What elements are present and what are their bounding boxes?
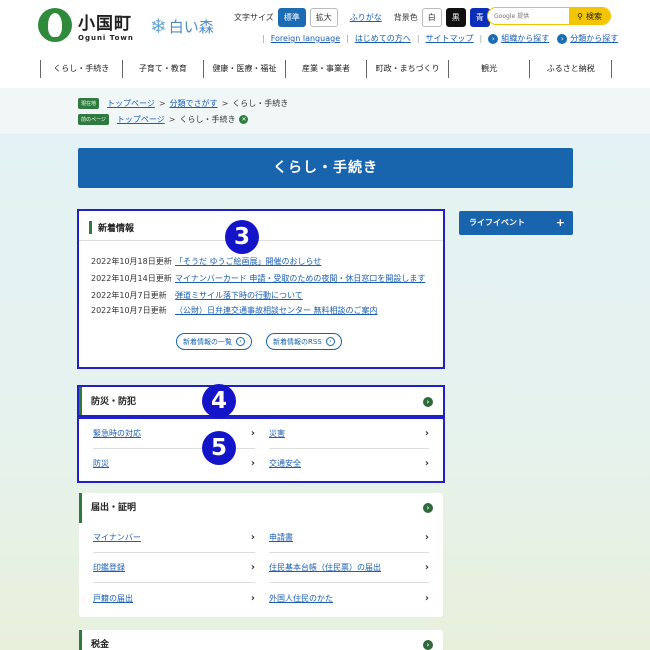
search-button[interactable]: ⚲ 検索 — [569, 8, 610, 24]
chevron-right-icon: › — [424, 532, 429, 543]
site-search: ⚲ 検索 — [487, 7, 611, 25]
item-link[interactable]: 住民基本台帳（住民票）の届出 — [269, 563, 381, 572]
logo-title: 小国町 — [78, 13, 132, 34]
section-heading[interactable]: 届出・証明 › — [79, 493, 443, 523]
annotation-number-4: 4 — [202, 384, 236, 418]
item-link[interactable]: 戸籍の届出 — [93, 594, 133, 603]
plus-icon: + — [555, 216, 565, 229]
section-title: 税金 — [91, 640, 110, 650]
breadcrumb-home-2[interactable]: トップページ — [117, 114, 165, 125]
annotation-box-3 — [77, 209, 445, 369]
annotation-box-5 — [77, 417, 445, 483]
section-link-item[interactable]: 戸籍の届出 › — [93, 584, 255, 614]
annotation-number-5: 5 — [202, 431, 236, 465]
breadcrumb-current-page: くらし・手続き — [232, 99, 289, 108]
section-link-item[interactable]: 印鑑登録 › — [93, 553, 255, 583]
chevron-right-icon: › — [424, 562, 429, 573]
life-event-button[interactable]: ライフイベント + — [459, 211, 573, 235]
bg-white-button[interactable]: 白 — [421, 8, 442, 27]
item-link[interactable]: 外国人住民のかた — [269, 594, 333, 603]
arrow-circle-icon: › — [557, 33, 568, 44]
site-logo[interactable]: 小国町 Oguni Town — [38, 8, 134, 42]
nav-tourism[interactable]: 観光 — [447, 60, 530, 78]
font-size-label: 文字サイズ — [234, 13, 274, 22]
foreign-language-link[interactable]: Foreign language — [271, 34, 340, 43]
furigana-link[interactable]: ふりがな — [350, 12, 382, 23]
font-large-button[interactable]: 拡大 — [309, 8, 338, 27]
nav-health[interactable]: 健康・医療・福祉 — [203, 60, 285, 78]
section-notifications: 届出・証明 › マイナンバー › 申請書 › 印鑑登録 › 住民基本台帳（住民票）の届… — [79, 493, 443, 617]
find-by-category-link[interactable]: 分類から探す — [570, 33, 618, 44]
section-heading[interactable]: 税金 › — [79, 630, 443, 650]
shiroi-text: 白い森 — [168, 17, 214, 36]
section-link-item[interactable]: マイナンバー › — [93, 523, 255, 553]
annotation-box-4 — [77, 385, 445, 417]
sitemap-link[interactable]: サイトマップ — [426, 33, 474, 44]
header-links: | Foreign language | はじめての方へ | サイトマップ | … — [262, 33, 619, 44]
search-input[interactable] — [488, 8, 570, 24]
current-tag: 現在地 — [78, 98, 100, 109]
font-standard-button[interactable]: 標準 — [277, 8, 306, 27]
snowflake-icon: ❄ — [150, 14, 167, 38]
arrow-circle-icon: › — [423, 503, 433, 513]
logo-subtitle: Oguni Town — [78, 33, 134, 42]
breadcrumb-home[interactable]: トップページ — [107, 98, 155, 109]
search-icon: ⚲ — [577, 11, 583, 21]
section-title: 届出・証明 — [91, 503, 137, 513]
bg-black-button[interactable]: 黒 — [445, 8, 466, 27]
section-link-item[interactable]: 申請書 › — [269, 523, 429, 553]
accessibility-tools: 文字サイズ 標準 拡大 ふりがな 背景色 白 黒 青 — [234, 8, 490, 27]
item-link[interactable]: 申請書 — [269, 533, 293, 542]
bg-color-label: 背景色 — [393, 13, 418, 22]
item-link[interactable]: 印鑑登録 — [93, 563, 125, 572]
annotation-number-3: 3 — [225, 220, 259, 254]
chevron-right-icon: › — [250, 562, 255, 573]
town-emblem-icon — [38, 8, 72, 42]
previous-tag: 前のページ — [78, 114, 109, 125]
find-by-org-link[interactable]: 組織から探す — [501, 33, 549, 44]
first-time-link[interactable]: はじめての方へ — [355, 33, 411, 44]
shiroi-mori-logo: ❄ 白い森 — [150, 14, 214, 38]
section-tax: 税金 › — [79, 630, 443, 650]
close-icon[interactable]: ✕ — [239, 115, 249, 124]
nav-furusato[interactable]: ふるさと納税 — [529, 60, 613, 78]
chevron-right-icon: › — [250, 532, 255, 543]
item-link[interactable]: マイナンバー — [93, 533, 141, 542]
arrow-circle-icon: › — [423, 640, 433, 650]
breadcrumb-previous: 前のページ トップページ > くらし・手続き ✕ — [78, 114, 249, 125]
nav-industry[interactable]: 産業・事業者 — [284, 60, 367, 78]
breadcrumb-current: 現在地 トップページ > 分類でさがす > くらし・手続き — [78, 98, 288, 109]
chevron-right-icon: › — [424, 593, 429, 604]
nav-town-admin[interactable]: 町政・まちづくり — [366, 60, 448, 78]
section-link-item[interactable]: 外国人住民のかた › — [269, 584, 429, 614]
breadcrumb-category[interactable]: 分類でさがす — [170, 98, 218, 109]
life-event-label: ライフイベント — [469, 218, 525, 227]
global-nav: くらし・手続き 子育て・教育 健康・医療・福祉 産業・事業者 町政・まちづくり … — [40, 60, 613, 78]
breadcrumb-previous-page: くらし・手続き — [179, 115, 236, 124]
page-title: くらし・手続き — [78, 148, 573, 188]
breadcrumb-area: 現在地 トップページ > 分類でさがす > くらし・手続き 前のページ トップペ… — [0, 88, 650, 134]
section-link-item[interactable]: 住民基本台帳（住民票）の届出 › — [269, 553, 429, 583]
nav-childcare[interactable]: 子育て・教育 — [121, 60, 204, 78]
site-header: 小国町 Oguni Town ❄ 白い森 文字サイズ 標準 拡大 ふりがな 背景… — [0, 0, 650, 52]
search-button-label: 検索 — [586, 11, 602, 21]
nav-living[interactable]: くらし・手続き — [40, 60, 122, 78]
chevron-right-icon: › — [250, 593, 255, 604]
arrow-circle-icon: › — [488, 33, 499, 44]
